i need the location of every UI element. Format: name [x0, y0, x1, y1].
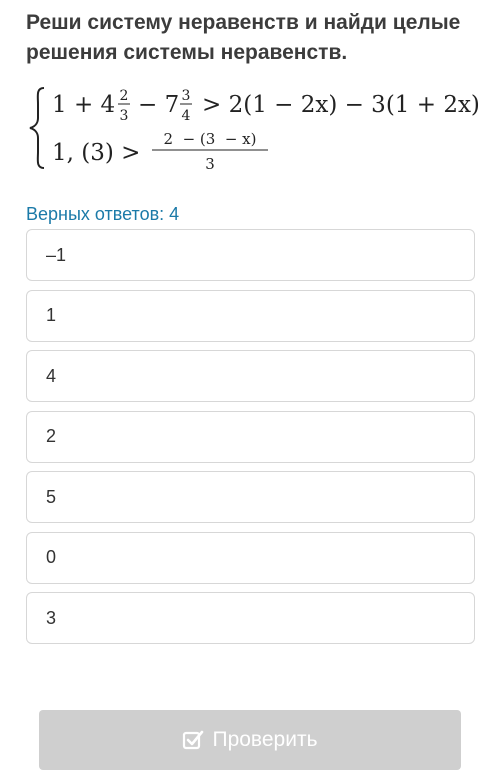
answer-option[interactable]: 0	[26, 531, 475, 584]
answer-option-label: –1	[46, 244, 67, 265]
line1-frac2-num: 3	[182, 88, 191, 104]
answer-option[interactable]: 3	[26, 592, 475, 644]
answer-option-label: 0	[46, 547, 57, 567]
line1-frac2-den: 4	[182, 108, 191, 124]
line2-frac-num: 2 − (3 − x)	[164, 130, 257, 148]
answer-option[interactable]: –1	[26, 229, 475, 281]
answer-option-label: 4	[46, 365, 57, 386]
checkbox-icon	[182, 729, 204, 751]
line1-frac1-num: 2	[120, 88, 129, 104]
inequality-system-formula: 1 + 4 2 3 − 7 3 4 > 2(1 − 2x) − 3(1 + 2x…	[29, 87, 480, 173]
answer-option-label: 2	[46, 426, 57, 446]
answer-option[interactable]: 1	[26, 289, 475, 342]
answer-option-label: 1	[46, 305, 57, 325]
check-button[interactable]: Проверить	[39, 710, 461, 770]
line1-frac1-den: 3	[120, 108, 129, 124]
line2-part-a: 1, (3) >	[52, 140, 140, 166]
inequality-system: 1 + 4 2 3 − 7 3 4 > 2(1 − 2x) − 3(1 + 2x…	[29, 82, 490, 182]
answer-option[interactable]: 5	[26, 471, 475, 523]
check-button-label: Проверить	[212, 728, 318, 751]
task-title: Реши систему неравенств и найди целые ре…	[26, 11, 461, 64]
answer-options: –1 1 4 2 5 0 3	[26, 229, 475, 653]
answer-option-label: 5	[46, 486, 57, 507]
line1-part-c: > 2(1 − 2x) − 3(1 + 2x)	[202, 92, 480, 118]
line2-frac-den: 3	[205, 155, 215, 173]
line1-part-a: 1 + 4	[52, 92, 115, 118]
system-brace	[29, 87, 45, 169]
answer-option[interactable]: 4	[26, 350, 475, 402]
answer-option-label: 3	[46, 607, 57, 628]
line1-part-b: − 7	[138, 92, 179, 118]
correct-answers-hint: Верных ответов: 4	[26, 204, 180, 224]
answer-option[interactable]: 2	[26, 410, 475, 463]
